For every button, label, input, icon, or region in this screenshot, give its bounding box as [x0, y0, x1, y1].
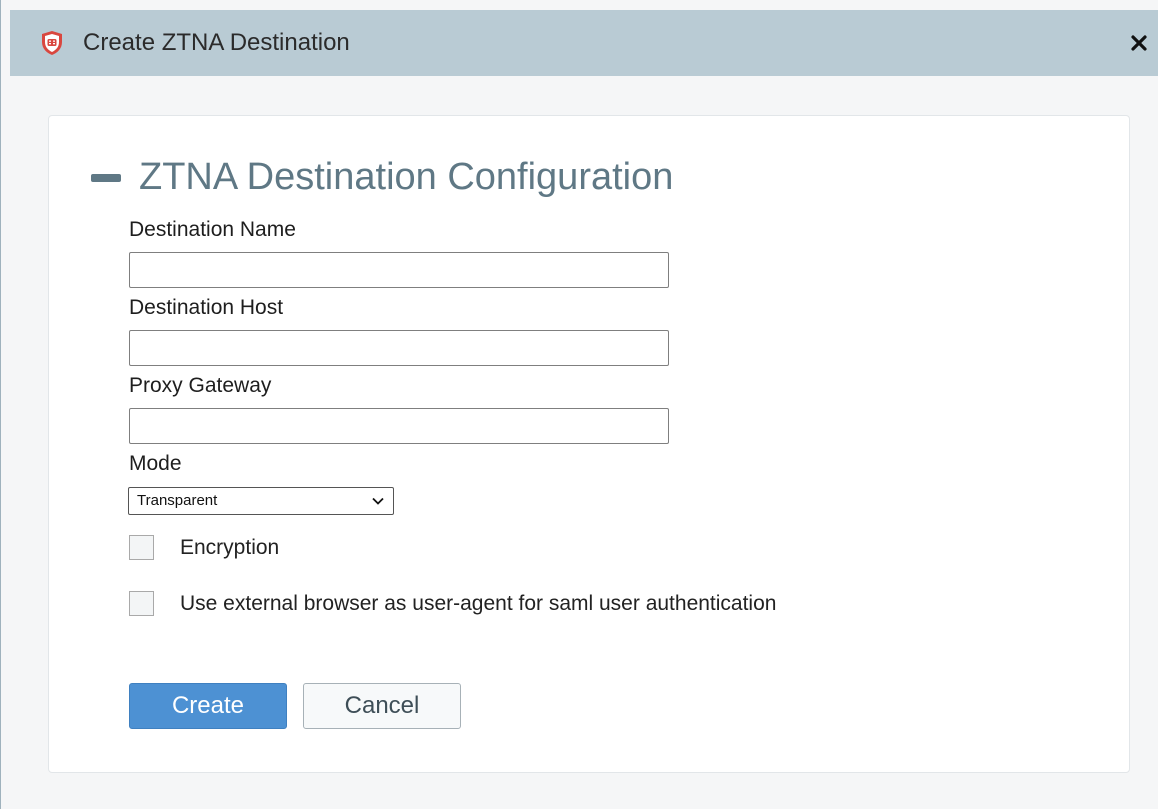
destination-host-input[interactable]	[129, 330, 669, 366]
config-card: ZTNA Destination Configuration Destinati…	[48, 115, 1130, 773]
proxy-gateway-label: Proxy Gateway	[129, 374, 272, 397]
chevron-down-icon	[372, 497, 384, 505]
external-browser-label: Use external browser as user-agent for s…	[180, 592, 777, 615]
close-icon[interactable]	[1128, 32, 1150, 54]
proxy-gateway-input[interactable]	[129, 408, 669, 444]
external-browser-checkbox[interactable]	[129, 591, 154, 616]
section-title: ZTNA Destination Configuration	[139, 156, 674, 198]
encryption-label: Encryption	[180, 536, 280, 559]
mode-select[interactable]: Transparent	[128, 487, 394, 515]
mode-label: Mode	[129, 452, 182, 475]
destination-name-label: Destination Name	[129, 218, 296, 241]
collapse-minus-icon[interactable]	[89, 172, 121, 182]
cancel-button[interactable]: Cancel	[303, 683, 461, 729]
forticlient-shield-icon	[42, 31, 62, 55]
dialog-title: Create ZTNA Destination	[83, 29, 350, 56]
dialog-titlebar: Create ZTNA Destination	[10, 10, 1158, 76]
create-button[interactable]: Create	[129, 683, 287, 729]
destination-name-input[interactable]	[129, 252, 669, 288]
mode-select-value: Transparent	[137, 492, 218, 509]
window-edge	[0, 0, 1, 809]
encryption-checkbox[interactable]	[129, 535, 154, 560]
destination-host-label: Destination Host	[129, 296, 284, 319]
